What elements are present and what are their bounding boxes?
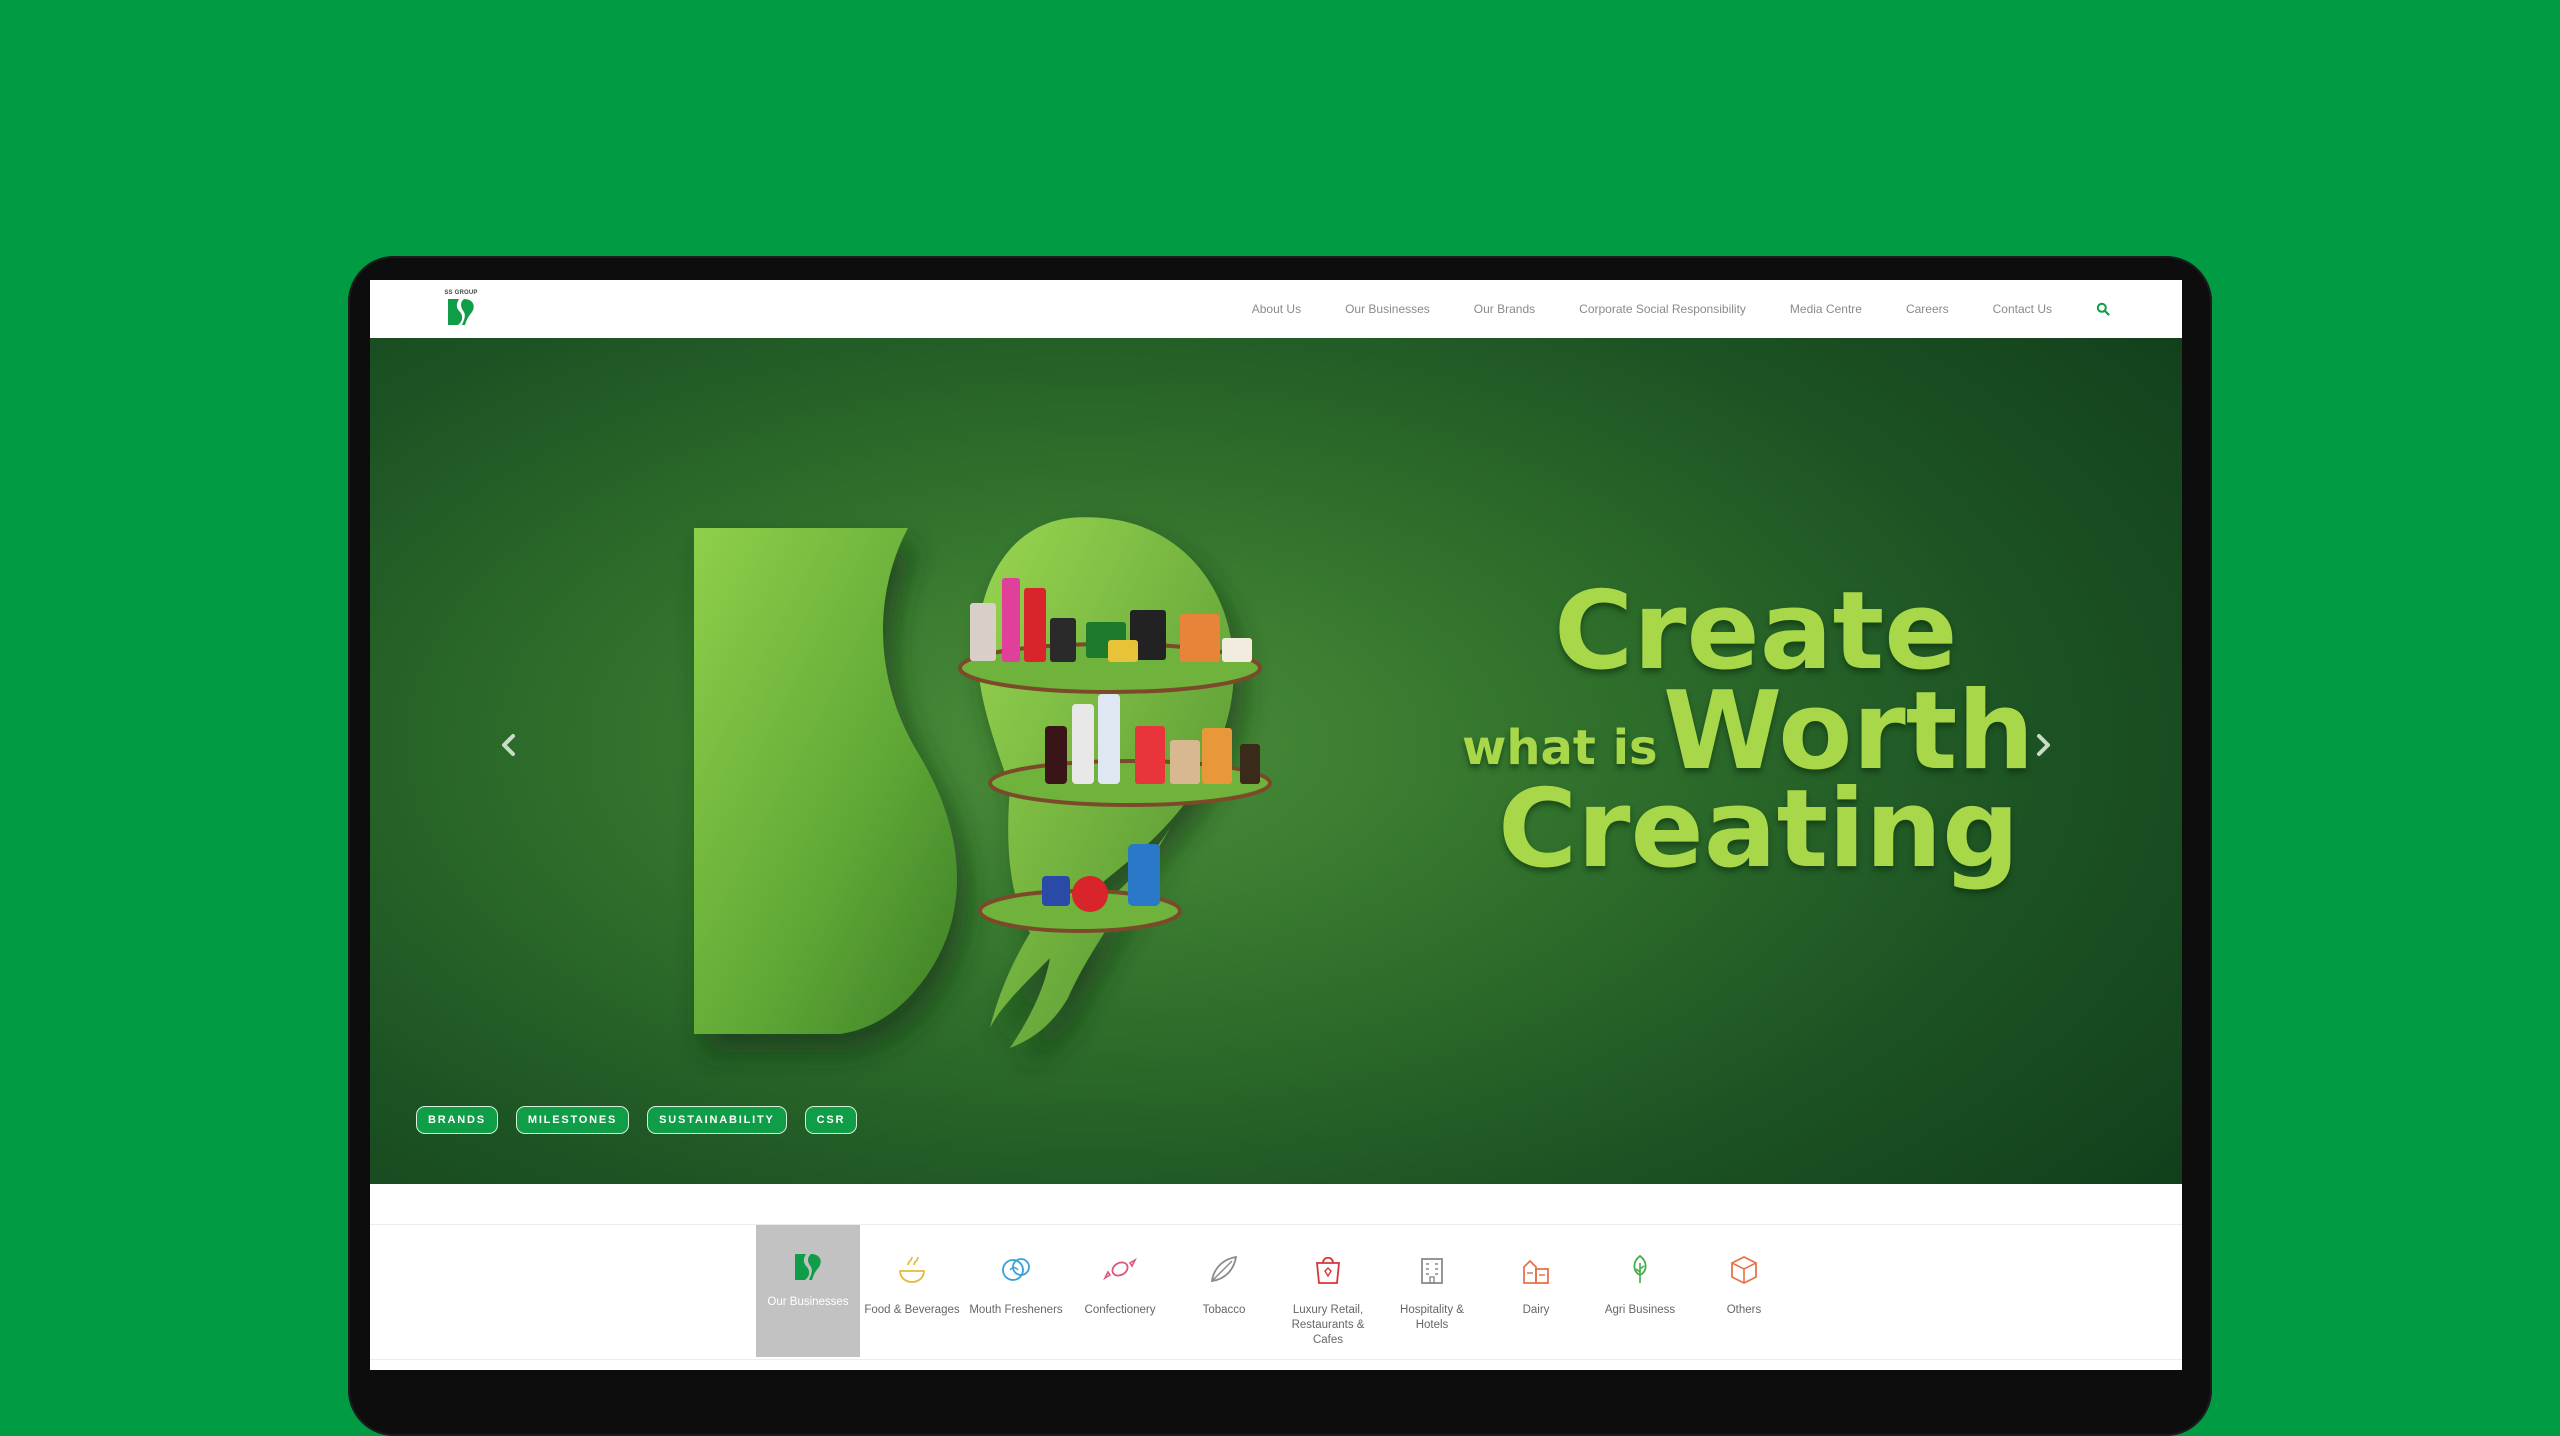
biz-food-beverages[interactable]: Food & Beverages [860, 1225, 964, 1357]
biz-confectionery[interactable]: Confectionery [1068, 1225, 1172, 1357]
pill-sustainability[interactable]: SUSTAINABILITY [647, 1106, 787, 1134]
biz-label: Our Businesses [767, 1296, 849, 1308]
biz-label: Hospitality & Hotels [1400, 1304, 1464, 1331]
nav-our-businesses[interactable]: Our Businesses [1345, 302, 1430, 316]
candy-icon [1103, 1257, 1137, 1281]
nav-csr[interactable]: Corporate Social Responsibility [1579, 302, 1746, 316]
box-icon [1731, 1255, 1757, 1285]
food-bowl-icon [899, 1256, 925, 1283]
biz-our-businesses[interactable]: Our Businesses [756, 1225, 860, 1357]
site-header: SS GROUP About Us Our Businesses Our Bra… [370, 280, 2182, 339]
chevron-left-icon[interactable] [494, 730, 524, 760]
biz-agri-business[interactable]: Agri Business [1588, 1225, 1692, 1357]
main-nav: About Us Our Businesses Our Brands Corpo… [1252, 280, 2110, 338]
businesses-bar: Our Businesses Food & Beverages Mouth Fr… [370, 1224, 2182, 1360]
biz-others[interactable]: Others [1692, 1225, 1796, 1357]
nav-contact-us[interactable]: Contact Us [1993, 302, 2052, 316]
search-icon[interactable] [2096, 302, 2110, 316]
ss-group-logo[interactable]: SS GROUP [444, 290, 478, 328]
biz-label: Agri Business [1604, 1304, 1676, 1316]
biz-luxury-retail[interactable]: Luxury Retail, Restaurants & Cafes [1276, 1225, 1380, 1357]
hero-headline-what-is: what is [1462, 720, 1658, 776]
biz-tobacco[interactable]: Tobacco [1172, 1225, 1276, 1357]
biz-label: Dairy [1522, 1304, 1550, 1316]
pill-milestones[interactable]: MILESTONES [515, 1106, 630, 1134]
biz-mouth-fresheners[interactable]: Mouth Fresheners [964, 1225, 1068, 1357]
mouth-freshener-icon [1002, 1258, 1030, 1281]
biz-label: Others [1726, 1304, 1762, 1316]
browser-screen: SS GROUP About Us Our Businesses Our Bra… [370, 280, 2182, 1370]
hero-headline-creating: Creating [1498, 767, 2020, 892]
nav-our-brands[interactable]: Our Brands [1474, 302, 1535, 316]
dairy-icon [1523, 1259, 1549, 1284]
biz-label: Confectionery [1084, 1304, 1156, 1316]
hotel-building-icon [1421, 1258, 1443, 1284]
nav-media-centre[interactable]: Media Centre [1790, 302, 1862, 316]
biz-label: Food & Beverages [864, 1304, 960, 1316]
nav-careers[interactable]: Careers [1906, 302, 1949, 316]
ss-logo-icon [448, 299, 474, 325]
pill-brands[interactable]: BRANDS [416, 1106, 498, 1134]
biz-label: Tobacco [1202, 1304, 1246, 1316]
grass-ss-logo-artwork [694, 517, 1272, 1048]
biz-label: Mouth Fresheners [969, 1304, 1063, 1316]
business-categories: Our Businesses Food & Beverages Mouth Fr… [756, 1225, 1796, 1357]
chevron-right-icon[interactable] [2028, 730, 2058, 760]
biz-dairy[interactable]: Dairy [1484, 1225, 1588, 1357]
hero-quick-links: BRANDS MILESTONES SUSTAINABILITY CSR [416, 1106, 858, 1134]
ss-logo-icon [795, 1254, 821, 1280]
logo-text: SS GROUP [444, 290, 478, 296]
biz-label: Luxury Retail, Restaurants & Cafes [1291, 1304, 1365, 1346]
biz-hospitality-hotels[interactable]: Hospitality & Hotels [1380, 1225, 1484, 1357]
hero-slider: Create what is Worth Creating BRANDS MIL… [370, 338, 2182, 1184]
tree-icon [1633, 1254, 1647, 1283]
nav-about-us[interactable]: About Us [1252, 302, 1301, 316]
shopping-bag-icon [1316, 1256, 1340, 1284]
tobacco-leaf-icon [1210, 1255, 1238, 1283]
pill-csr[interactable]: CSR [804, 1106, 858, 1134]
